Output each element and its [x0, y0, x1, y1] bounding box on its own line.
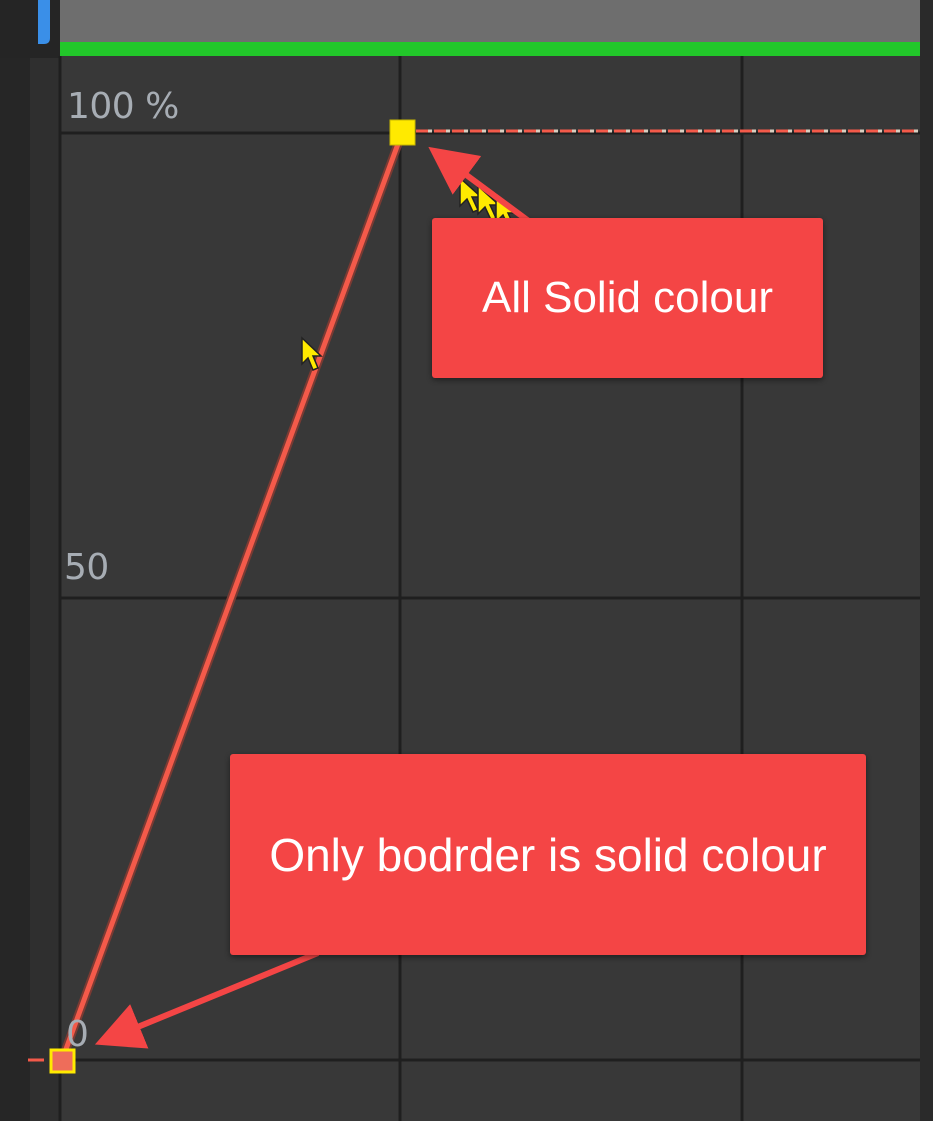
playhead-handle[interactable] — [38, 0, 50, 44]
ruler-corner — [0, 0, 60, 58]
y-axis-label-middle: 50 — [64, 547, 109, 588]
callout-solid-colour: All Solid colour — [432, 218, 823, 378]
y-axis-label-bottom: 0 — [66, 1014, 89, 1055]
side-panel — [0, 0, 30, 1121]
y-axis-label-top: 100 % — [67, 86, 179, 127]
side-gutter — [30, 0, 60, 1121]
right-border — [920, 0, 933, 1121]
callout-border-colour: Only bodrder is solid colour — [230, 754, 866, 955]
work-area-bar[interactable] — [60, 42, 920, 56]
graph-editor: 100 % 50 0 All Solid colour Only bodrder… — [0, 0, 933, 1121]
time-ruler[interactable] — [60, 0, 920, 42]
keyframe-end[interactable] — [389, 119, 416, 146]
